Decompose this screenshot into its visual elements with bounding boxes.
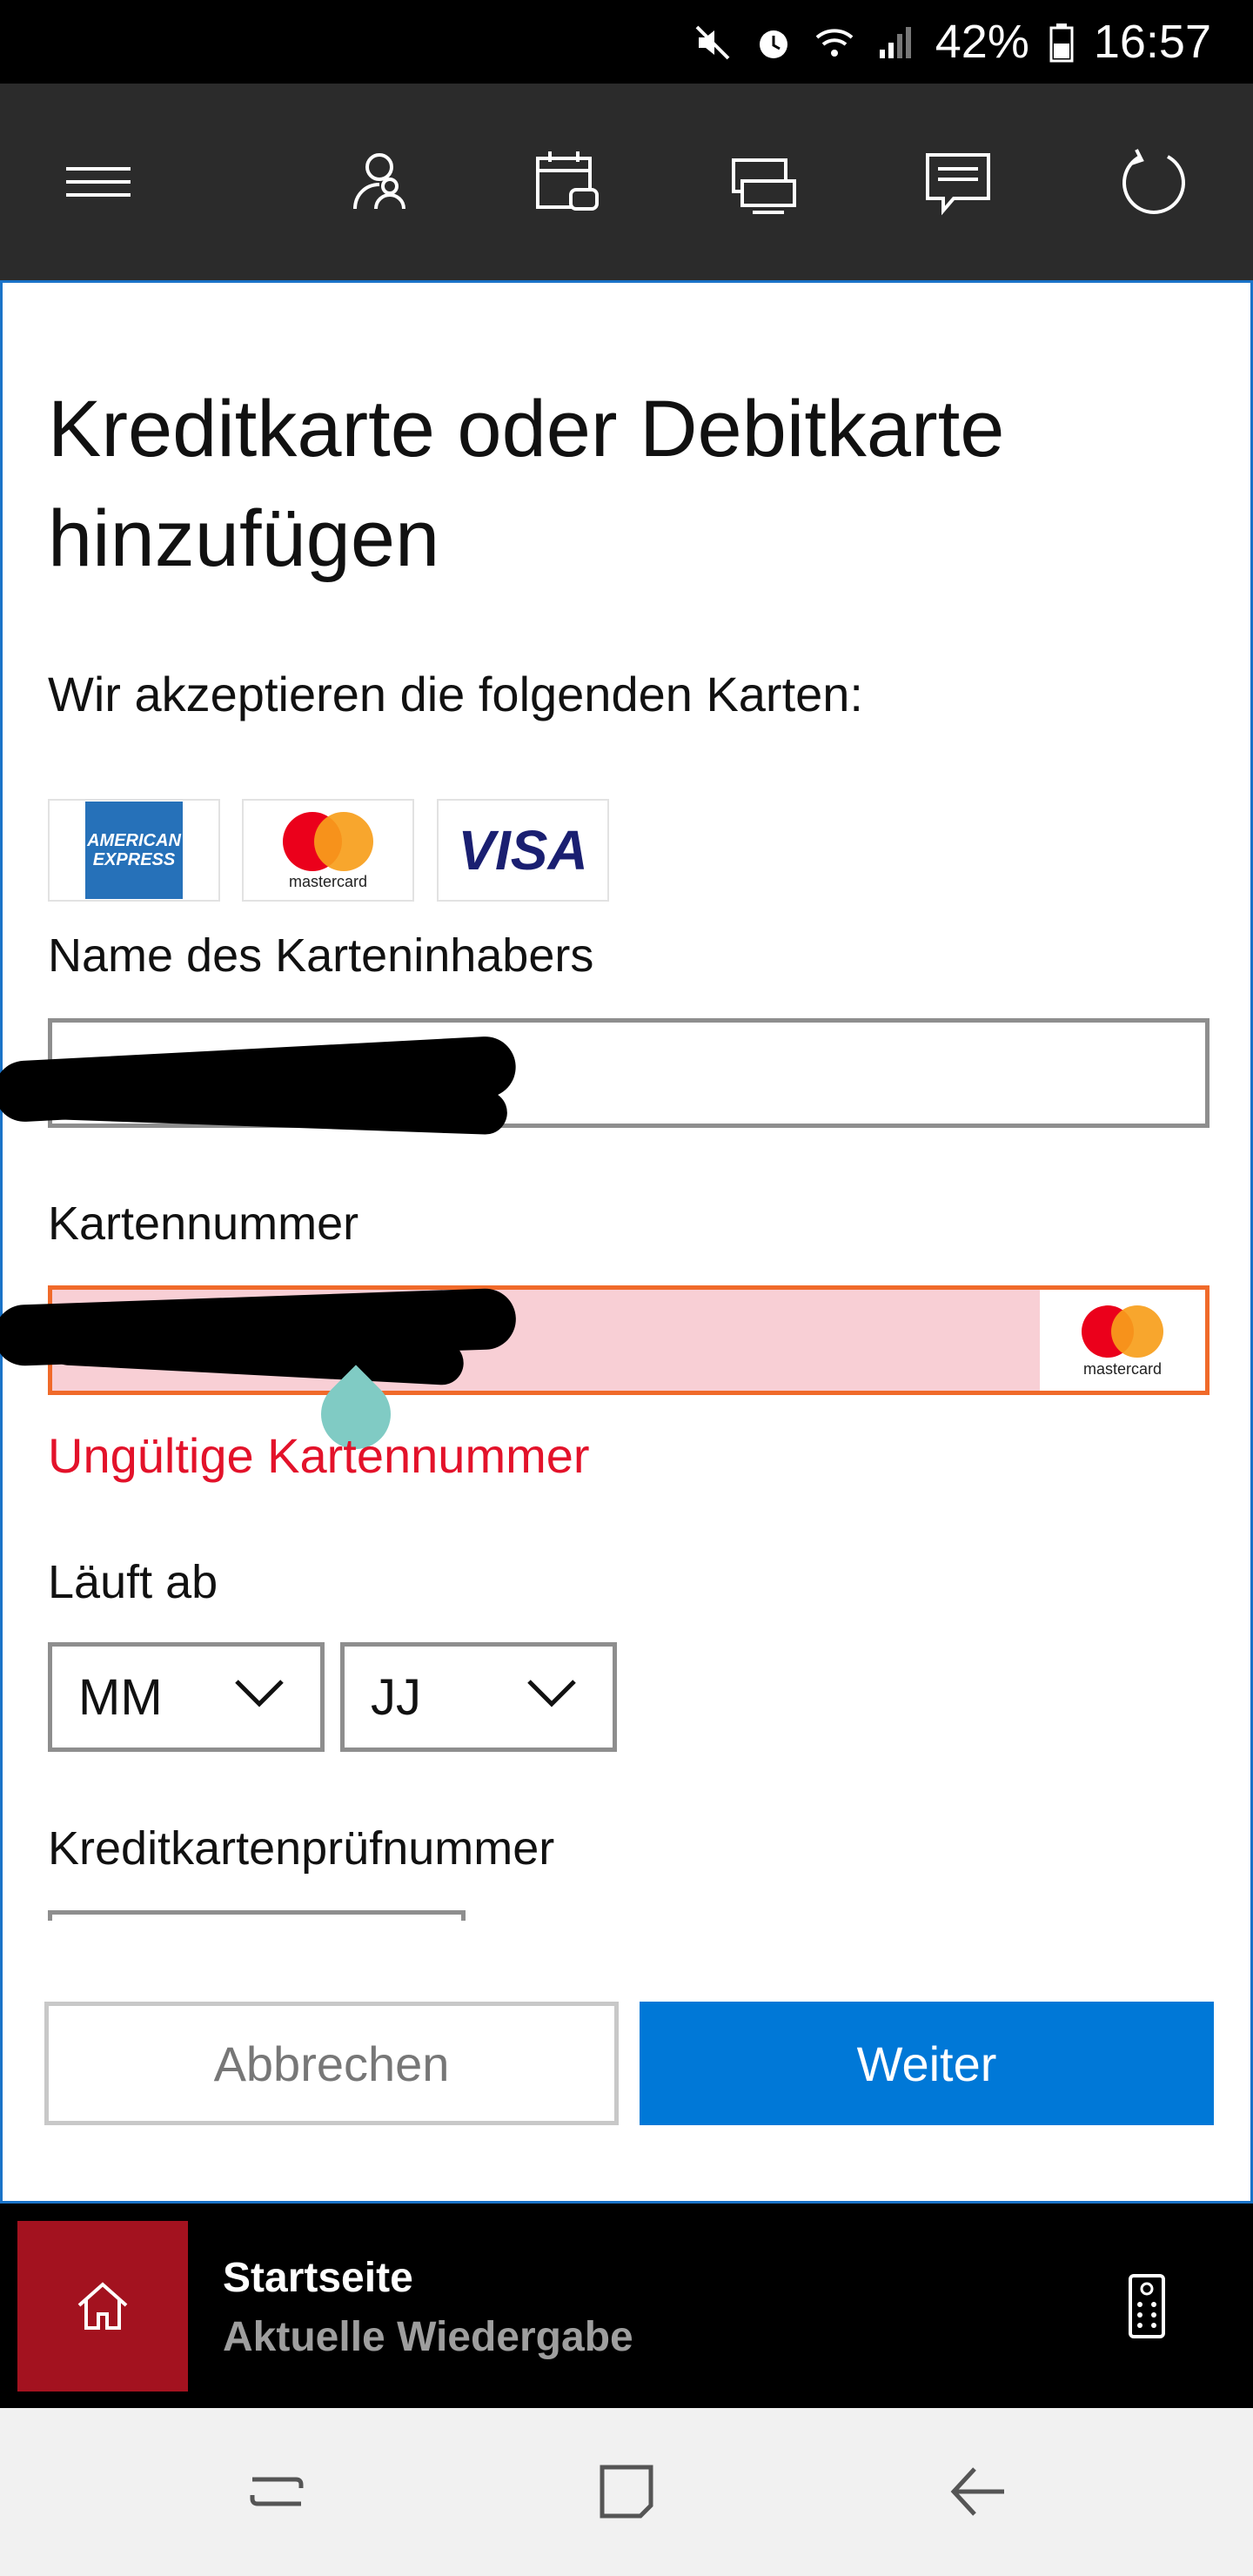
expiry-year-select[interactable]: JJ bbox=[340, 1642, 617, 1752]
card-brand-badge: mastercard bbox=[1040, 1290, 1205, 1391]
expiry-label: Läuft ab bbox=[48, 1556, 218, 1608]
accepted-cards-label: Wir akzeptieren die folgenden Karten: bbox=[48, 667, 863, 721]
visa-logo: VISA bbox=[437, 799, 609, 902]
app-bar bbox=[0, 84, 1253, 280]
expiry-month-value: MM bbox=[78, 1668, 163, 1726]
add-card-panel: Kreditkarte oder Debitkarte hinzufügen W… bbox=[0, 280, 1253, 2204]
cvv-input[interactable] bbox=[48, 1910, 466, 1921]
cardholder-label: Name des Karteninhabers bbox=[48, 929, 594, 982]
clock: 16:57 bbox=[1093, 16, 1211, 68]
people-icon[interactable] bbox=[339, 144, 414, 219]
expiry-year-value: JJ bbox=[371, 1668, 421, 1726]
remote-icon[interactable] bbox=[1128, 2273, 1166, 2339]
cvv-label: Kreditkartenprüfnummer bbox=[48, 1822, 555, 1875]
player-title: Startseite bbox=[223, 2255, 413, 2301]
mute-icon bbox=[692, 21, 734, 63]
expiry-month-select[interactable]: MM bbox=[48, 1642, 325, 1752]
card-number-error: Ungültige Kartennummer bbox=[48, 1428, 590, 1483]
card-number-label: Kartennummer bbox=[48, 1197, 359, 1250]
home-button[interactable] bbox=[17, 2221, 188, 2392]
chevron-down-icon bbox=[527, 1680, 576, 1707]
amex-logo: AMERICAN EXPRESS bbox=[48, 799, 220, 902]
now-playing-bar[interactable]: Startseite Aktuelle Wiedergabe bbox=[0, 2204, 1253, 2408]
card-brand-text: mastercard bbox=[1082, 1359, 1163, 1378]
page-title: Kreditkarte oder Debitkarte hinzufügen bbox=[48, 385, 1005, 583]
menu-icon[interactable] bbox=[61, 144, 136, 219]
amex-line1: AMERICAN bbox=[87, 831, 181, 850]
devices-icon[interactable] bbox=[727, 144, 801, 219]
mastercard-logo-text: mastercard bbox=[288, 872, 368, 890]
player-subtitle: Aktuelle Wiedergabe bbox=[223, 2314, 633, 2360]
back-icon[interactable] bbox=[945, 2459, 1011, 2525]
cancel-button[interactable]: Abbrechen bbox=[44, 2002, 619, 2125]
refresh-icon[interactable] bbox=[1117, 144, 1192, 219]
battery-percent: 42% bbox=[935, 16, 1029, 68]
next-button[interactable]: Weiter bbox=[640, 2002, 1214, 2125]
chevron-down-icon bbox=[235, 1680, 284, 1707]
home-nav-icon[interactable] bbox=[593, 2459, 660, 2525]
system-nav-bar bbox=[0, 2408, 1253, 2576]
battery-icon bbox=[1049, 21, 1075, 63]
amex-line2: EXPRESS bbox=[92, 850, 176, 869]
wifi-icon bbox=[814, 21, 855, 63]
recent-apps-icon[interactable] bbox=[244, 2459, 310, 2525]
home-icon bbox=[77, 2282, 128, 2330]
visa-logo-text: VISA bbox=[458, 819, 588, 882]
signal-icon bbox=[874, 21, 916, 63]
calendar-icon[interactable] bbox=[531, 144, 606, 219]
mastercard-logo: mastercard bbox=[242, 799, 414, 902]
messages-icon[interactable] bbox=[921, 144, 995, 219]
alarm-icon bbox=[753, 21, 794, 63]
status-bar: 42% 16:57 bbox=[0, 0, 1253, 84]
